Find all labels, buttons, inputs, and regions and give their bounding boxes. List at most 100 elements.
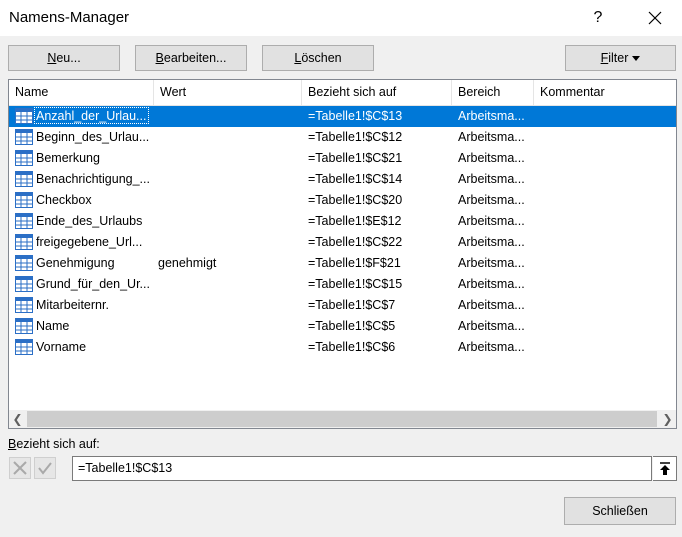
cell-scope: Arbeitsma... — [458, 109, 525, 123]
cell-scope: Arbeitsma... — [458, 172, 525, 186]
table-row[interactable]: Beginn_des_Urlau... =Tabelle1!$C$12 Arbeit… — [9, 127, 676, 148]
cell-comment — [540, 169, 670, 190]
scroll-right-icon[interactable]: ❯ — [659, 410, 676, 428]
cell-value — [158, 169, 298, 190]
cell-value — [158, 190, 298, 211]
column-header-refers-to[interactable]: Bezieht sich auf — [302, 80, 452, 105]
cell-comment — [540, 232, 670, 253]
cell-name: freigegebene_Url... — [36, 235, 143, 249]
cell-scope: Arbeitsma... — [458, 193, 525, 207]
cell-name: Beginn_des_Urlau... — [36, 130, 150, 144]
cell-refers-to: =Tabelle1!$C$21 — [308, 151, 403, 165]
cell-scope: Arbeitsma... — [458, 298, 525, 312]
column-header-comment[interactable]: Kommentar — [534, 80, 676, 105]
cell-comment — [540, 337, 670, 358]
named-range-grid-icon — [15, 297, 33, 313]
named-range-grid-icon — [15, 276, 33, 292]
named-range-grid-icon — [15, 108, 33, 124]
new-button[interactable]: Neu... — [8, 45, 120, 71]
scroll-left-icon[interactable]: ❮ — [9, 410, 26, 428]
names-list[interactable]: Name Wert Bezieht sich auf Bereich Komme… — [8, 79, 677, 429]
cell-scope: Arbeitsma... — [458, 256, 525, 270]
cell-refers-to: =Tabelle1!$C$5 — [308, 319, 396, 333]
collapse-arrow-icon — [659, 461, 670, 475]
cell-name: Bemerkung — [36, 151, 100, 165]
refers-to-label-text: ezieht sich auf: — [16, 437, 100, 451]
cell-comment — [540, 190, 670, 211]
cell-value — [158, 295, 298, 316]
refers-to-input[interactable]: =Tabelle1!$C$13 — [72, 456, 652, 481]
filter-button-accesskey: F — [600, 51, 609, 65]
cell-name: Mitarbeiternr. — [36, 298, 109, 312]
new-button-accesskey: N — [47, 51, 57, 65]
cell-scope: Arbeitsma... — [458, 235, 525, 249]
close-dialog-button[interactable]: Schließen — [564, 497, 676, 525]
cell-scope: Arbeitsma... — [458, 340, 525, 354]
horizontal-scrollbar[interactable]: ❮ ❯ — [9, 410, 676, 428]
named-range-grid-icon — [15, 150, 33, 166]
cell-refers-to: =Tabelle1!$C$12 — [308, 130, 403, 144]
table-row[interactable]: Ende_des_Urlaubs =Tabelle1!$E$12 Arbeitsma… — [9, 211, 676, 232]
cell-refers-to: =Tabelle1!$C$22 — [308, 235, 403, 249]
table-row[interactable]: Bemerkung =Tabelle1!$C$21 Arbeitsma... — [9, 148, 676, 169]
cell-value — [158, 106, 298, 127]
table-row[interactable]: Benachrichtigung_... =Tabelle1!$C$14 Arbei… — [9, 169, 676, 190]
cell-name: Checkbox — [36, 193, 92, 207]
scrollbar-thumb[interactable] — [27, 411, 657, 427]
cell-scope: Arbeitsma... — [458, 151, 525, 165]
cancel-edit-button[interactable] — [9, 457, 31, 479]
new-button-label: eu... — [56, 51, 81, 65]
cell-refers-to: =Tabelle1!$C$6 — [308, 340, 396, 354]
cell-refers-to: =Tabelle1!$C$13 — [308, 109, 403, 123]
cancel-x-icon — [13, 461, 27, 475]
cell-scope: Arbeitsma... — [458, 277, 525, 291]
cell-comment — [540, 295, 670, 316]
help-icon: ? — [593, 9, 603, 26]
collapse-dialog-button[interactable] — [653, 456, 677, 481]
cell-value — [158, 337, 298, 358]
filter-button[interactable]: Filter — [565, 45, 676, 71]
table-row[interactable]: Anzahl_der_Urlau... =Tabelle1!$C$13 Arbeit… — [9, 106, 676, 127]
column-header-name[interactable]: Name — [9, 80, 154, 105]
table-row[interactable]: freigegebene_Url... =Tabelle1!$C$22 Arbeit… — [9, 232, 676, 253]
table-row[interactable]: Mitarbeiternr. =Tabelle1!$C$7 Arbeitsma... — [9, 295, 676, 316]
delete-button-label: öschen — [301, 51, 342, 65]
cell-comment — [540, 127, 670, 148]
cell-scope: Arbeitsma... — [458, 130, 525, 144]
named-range-grid-icon — [15, 318, 33, 334]
window-close-button[interactable] — [635, 4, 675, 32]
table-row[interactable]: Grund_für_den_Ur... =Tabelle1!$C$15 Arbeit… — [9, 274, 676, 295]
list-header: Name Wert Bezieht sich auf Bereich Komme… — [9, 80, 676, 106]
named-range-grid-icon — [15, 339, 33, 355]
cell-comment — [540, 106, 670, 127]
table-row[interactable]: Vorname =Tabelle1!$C$6 Arbeitsma... — [9, 337, 676, 358]
cell-value — [158, 316, 298, 337]
cell-name: Anzahl_der_Urlau... — [36, 109, 147, 123]
named-range-grid-icon — [15, 129, 33, 145]
cell-refers-to: =Tabelle1!$C$7 — [308, 298, 396, 312]
table-row[interactable]: Genehmigung genehmigt =Tabelle1!$F$21 Arbei… — [9, 253, 676, 274]
edit-button-label: earbeiten... — [163, 51, 227, 65]
table-row[interactable]: Checkbox =Tabelle1!$C$20 Arbeitsma... — [9, 190, 676, 211]
checkmark-icon — [38, 462, 52, 475]
cell-value — [158, 148, 298, 169]
named-range-grid-icon — [15, 255, 33, 271]
confirm-edit-button[interactable] — [34, 457, 56, 479]
delete-button[interactable]: Löschen — [262, 45, 374, 71]
cell-value — [158, 211, 298, 232]
close-icon — [648, 11, 662, 25]
cell-name: Ende_des_Urlaubs — [36, 214, 143, 228]
cell-scope: Arbeitsma... — [458, 319, 525, 333]
help-button[interactable]: ? — [578, 4, 618, 32]
filter-button-label: ilter — [608, 51, 629, 65]
table-row[interactable]: Name =Tabelle1!$C$5 Arbeitsma... — [9, 316, 676, 337]
named-range-grid-icon — [15, 171, 33, 187]
cell-name: Vorname — [36, 340, 87, 354]
column-header-value[interactable]: Wert — [154, 80, 302, 105]
cell-refers-to: =Tabelle1!$F$21 — [308, 256, 401, 270]
edit-button[interactable]: Bearbeiten... — [135, 45, 247, 71]
dropdown-caret-icon — [632, 55, 641, 61]
column-header-scope[interactable]: Bereich — [452, 80, 534, 105]
cell-comment — [540, 148, 670, 169]
cell-scope: Arbeitsma... — [458, 214, 525, 228]
